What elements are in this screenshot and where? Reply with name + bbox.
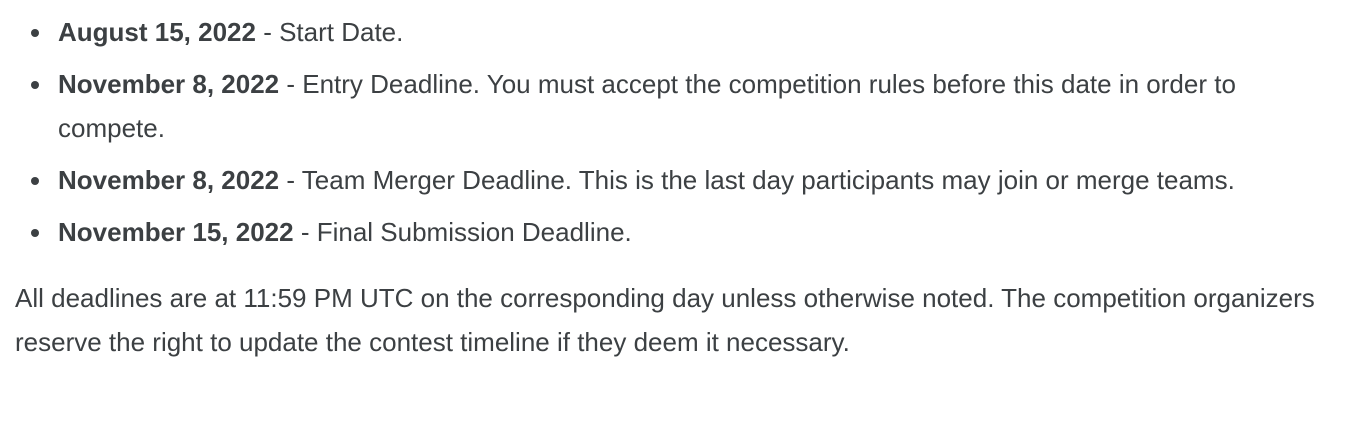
timeline-date: November 8, 2022 <box>58 69 280 99</box>
timeline-list: August 15, 2022 - Start Date. November 8… <box>15 10 1370 254</box>
timeline-separator: - <box>293 217 317 247</box>
bullet-icon <box>31 229 39 237</box>
timeline-description: Final Submission Deadline. <box>316 217 632 247</box>
timeline-separator: - <box>279 69 303 99</box>
timeline-item-team-merger-deadline: November 8, 2022 - Team Merger Deadline.… <box>15 158 1328 202</box>
timeline-date: November 8, 2022 <box>58 165 280 195</box>
bullet-icon <box>31 81 39 89</box>
timeline-date: August 15, 2022 <box>58 17 256 47</box>
timeline-item-start: August 15, 2022 - Start Date. <box>15 10 1328 54</box>
bullet-icon <box>31 177 39 185</box>
deadline-note: All deadlines are at 11:59 PM UTC on the… <box>15 283 1315 357</box>
timeline-section: August 15, 2022 - Start Date. November 8… <box>0 0 1370 440</box>
timeline-separator: - <box>255 17 280 47</box>
timeline-date: November 15, 2022 <box>58 217 294 247</box>
bullet-icon <box>31 29 39 37</box>
timeline-item-entry-deadline: November 8, 2022 - Entry Deadline. You m… <box>15 62 1328 150</box>
timeline-item-final-submission-deadline: November 15, 2022 - Final Submission Dea… <box>15 210 1328 254</box>
timeline-separator: - <box>279 165 302 195</box>
timeline-description: Start Date. <box>279 17 404 47</box>
timeline-description: Team Merger Deadline. This is the last d… <box>301 165 1235 195</box>
